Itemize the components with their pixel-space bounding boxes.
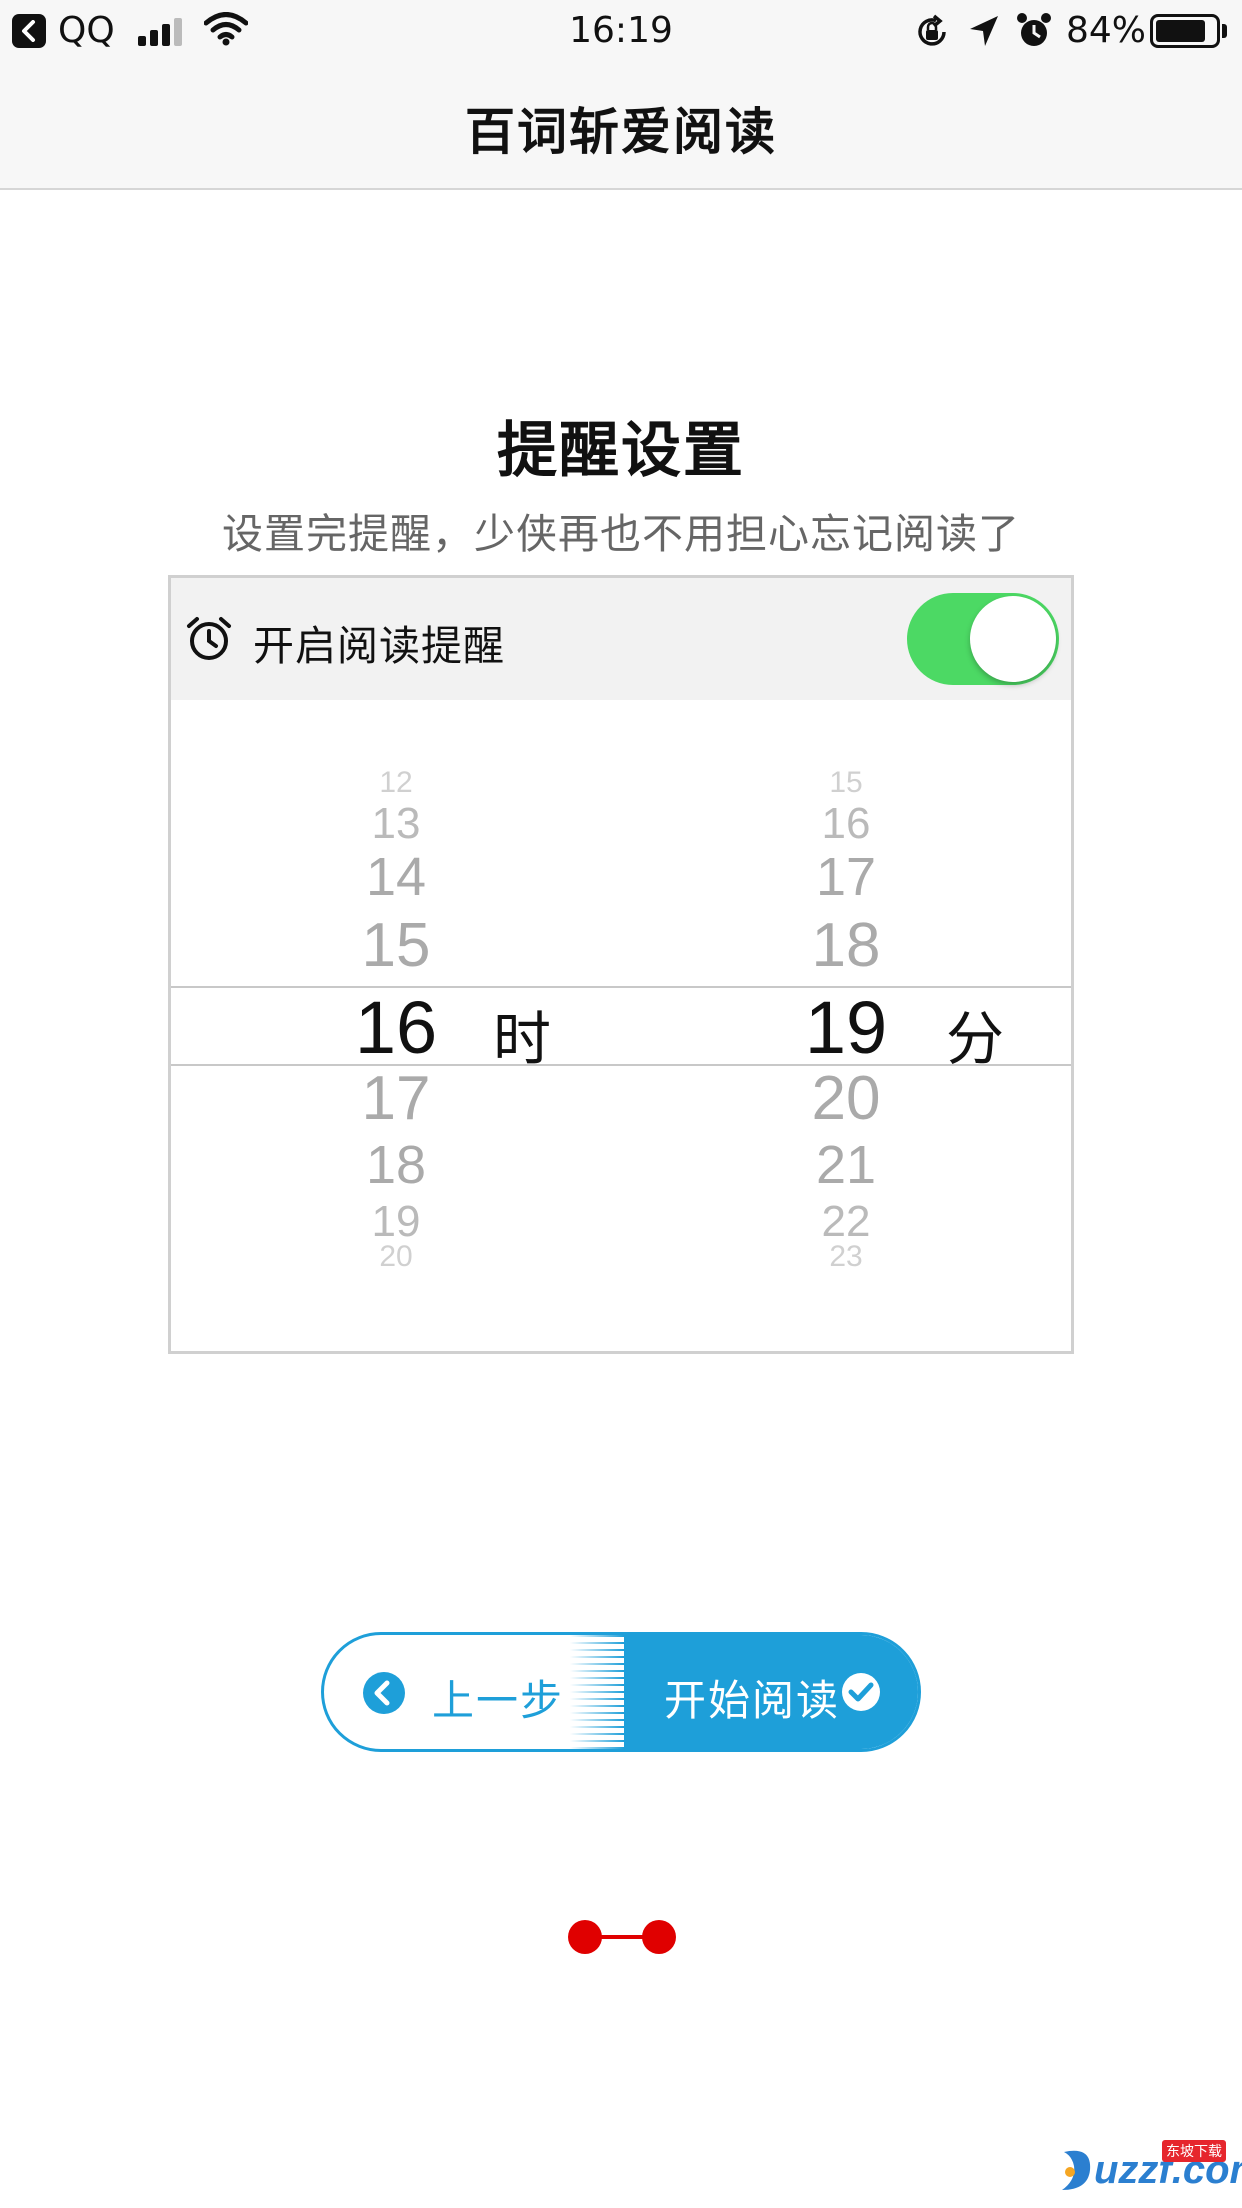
battery-percentage: 84% — [1066, 10, 1147, 51]
minute-unit-label: 分 — [946, 1005, 1005, 1073]
navigation-button-group: 上一步 开始阅读 — [321, 1632, 921, 1752]
navigation-bar: 百词斩爱阅读 — [0, 64, 1242, 190]
minute-option[interactable]: 21 — [746, 1138, 946, 1192]
chevron-left-circle-icon — [363, 1672, 405, 1714]
minute-option[interactable]: 20 — [746, 1068, 946, 1130]
minute-option[interactable]: 18 — [746, 915, 946, 977]
minute-option[interactable]: 17 — [746, 850, 946, 904]
page-dot[interactable] — [568, 1920, 602, 1954]
start-reading-button[interactable]: 开始阅读 — [624, 1635, 918, 1749]
section-subheading: 设置完提醒，少侠再也不用担心忘记阅读了 — [222, 510, 1020, 558]
alarm-clock-icon — [187, 617, 231, 660]
location-arrow-icon — [970, 16, 998, 46]
reminder-toggle-row: 开启阅读提醒 — [171, 578, 1071, 700]
battery-icon — [1150, 14, 1220, 48]
rotation-lock-icon — [918, 14, 946, 46]
hour-unit-label: 时 — [493, 1005, 552, 1073]
status-bar: QQ 16:19 84% — [0, 0, 1242, 64]
watermark-logo-icon — [1062, 2150, 1091, 2190]
hour-option[interactable]: 15 — [296, 915, 496, 977]
reminder-label: 开启阅读提醒 — [253, 622, 505, 670]
status-time: 16:19 — [569, 10, 673, 51]
stripe-divider — [570, 1635, 624, 1749]
minute-option[interactable]: 22 — [746, 1200, 946, 1244]
page-indicator — [568, 1920, 676, 1954]
hour-option[interactable]: 20 — [296, 1242, 496, 1272]
watermark: uzzf.com 东坡下载 — [1056, 2140, 1242, 2200]
minute-option[interactable]: 15 — [746, 768, 946, 798]
reminder-toggle[interactable] — [907, 593, 1059, 685]
selected-minute[interactable]: 19 — [746, 991, 946, 1065]
alarm-status-icon — [1017, 13, 1051, 46]
watermark-tag: 东坡下载 — [1162, 2140, 1226, 2162]
hour-option[interactable]: 14 — [296, 850, 496, 904]
previous-step-button[interactable]: 上一步 — [324, 1635, 624, 1749]
reminder-card: 开启阅读提醒 12 13 14 15 16 17 18 19 20 时 15 1… — [168, 575, 1074, 1354]
start-reading-label: 开始阅读 — [664, 1676, 841, 1725]
check-circle-icon — [842, 1673, 880, 1711]
hour-option[interactable]: 17 — [296, 1068, 496, 1130]
previous-step-label: 上一步 — [432, 1676, 565, 1725]
hour-option[interactable]: 13 — [296, 802, 496, 846]
page-indicator-line — [598, 1935, 646, 1939]
battery-cap — [1222, 24, 1227, 38]
page-dot[interactable] — [642, 1920, 676, 1954]
toggle-knob — [970, 596, 1056, 682]
minute-option[interactable]: 16 — [746, 802, 946, 846]
app-screen: QQ 16:19 84% 百词斩爱阅读 提醒设置 设置完提醒，少侠再也不用担心忘… — [0, 0, 1242, 2208]
page-title: 百词斩爱阅读 — [465, 103, 777, 161]
section-heading: 提醒设置 — [497, 416, 745, 486]
hour-option[interactable]: 19 — [296, 1200, 496, 1244]
minute-option[interactable]: 23 — [746, 1242, 946, 1272]
hour-option[interactable]: 12 — [296, 768, 496, 798]
selected-hour[interactable]: 16 — [296, 991, 496, 1065]
hour-option[interactable]: 18 — [296, 1138, 496, 1192]
